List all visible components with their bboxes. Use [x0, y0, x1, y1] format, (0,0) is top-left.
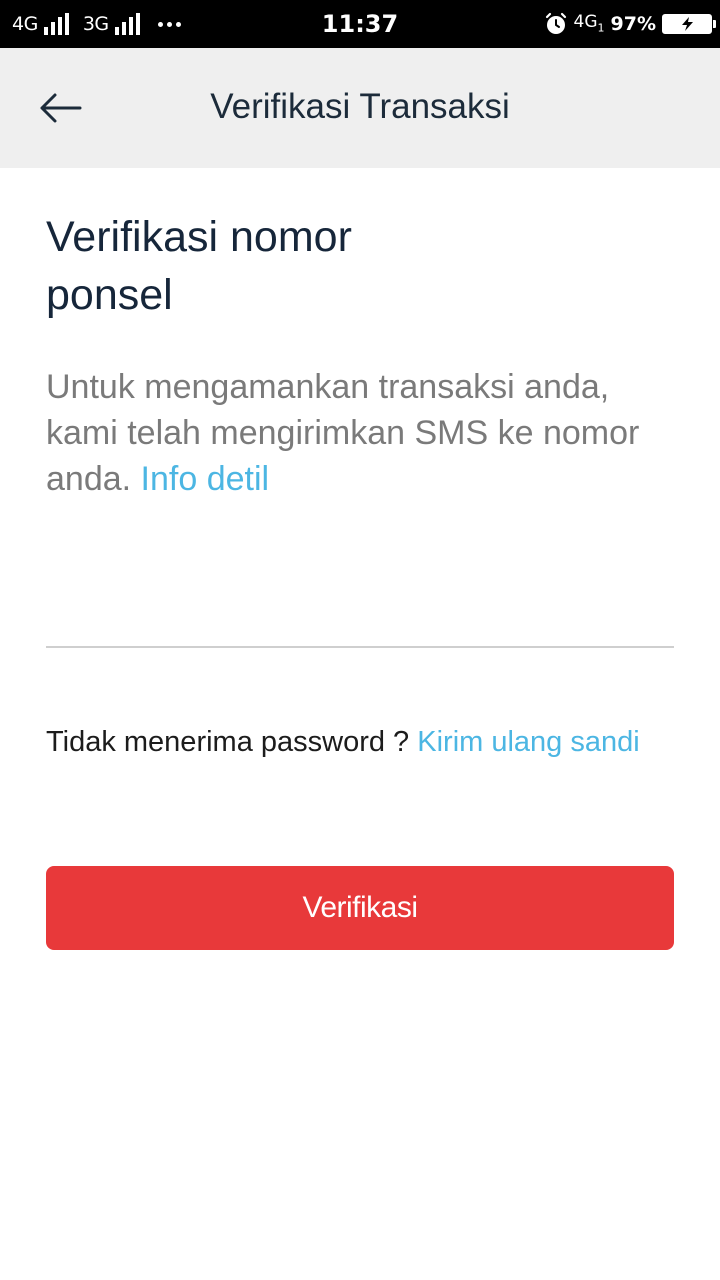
status-right: 4G1 97% [544, 0, 716, 48]
alarm-icon [544, 12, 568, 36]
verify-button[interactable]: Verifikasi [46, 866, 674, 950]
resend-section: Tidak menerima password ? Kirim ulang sa… [46, 723, 646, 761]
status-bar: 4G 3G 11:37 4G1 97% [0, 0, 720, 48]
resend-link[interactable]: Kirim ulang sandi [417, 726, 639, 758]
status-left: 4G 3G [12, 0, 181, 48]
resend-text: Tidak menerima password ? [46, 726, 410, 758]
battery-percent: 97% [610, 13, 656, 35]
battery-charging-icon [662, 14, 716, 34]
network-type-1: 4G [12, 13, 38, 35]
more-dots-icon [157, 21, 181, 27]
signal-icon-2 [114, 13, 140, 35]
signal-icon [43, 13, 69, 35]
network-type-right: 4G1 [573, 12, 605, 35]
app-bar-title: Verifikasi Transaksi [210, 87, 510, 126]
page-title: Verifikasi nomor ponsel [46, 213, 352, 319]
network-type-right-label: 4G [573, 12, 598, 33]
info-detail-link[interactable]: Info detil [141, 460, 270, 498]
network-type-2: 3G [82, 13, 109, 35]
description: Untuk mengamankan transaksi anda, kami t… [46, 364, 674, 502]
description-text: Untuk mengamankan transaksi anda, kami t… [46, 368, 640, 498]
app-bar: Verifikasi Transaksi [0, 48, 720, 168]
screen: 4G 3G 11:37 4G1 97% Verifikasi Transaksi… [0, 0, 720, 1280]
otp-input[interactable] [46, 564, 674, 648]
network-sim-index: 1 [597, 21, 605, 35]
